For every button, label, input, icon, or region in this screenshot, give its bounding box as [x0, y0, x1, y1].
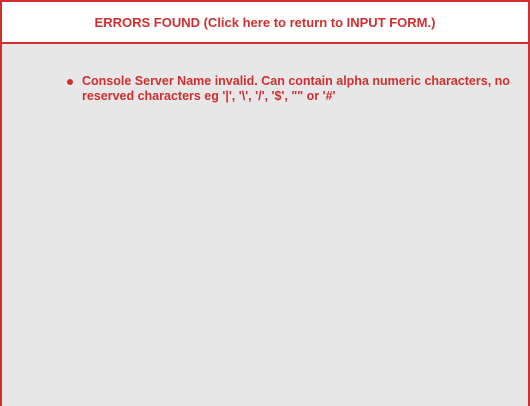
error-page-frame: ERRORS FOUND (Click here to return to IN… [0, 0, 530, 406]
error-list-item: Console Server Name invalid. Can contain… [66, 74, 516, 104]
error-list: Console Server Name invalid. Can contain… [66, 74, 516, 104]
error-content: Console Server Name invalid. Can contain… [2, 44, 528, 406]
bullet-icon [67, 79, 73, 85]
error-message: Console Server Name invalid. Can contain… [82, 74, 510, 103]
return-to-input-form-link[interactable]: ERRORS FOUND (Click here to return to IN… [95, 15, 436, 30]
error-header: ERRORS FOUND (Click here to return to IN… [2, 2, 528, 44]
